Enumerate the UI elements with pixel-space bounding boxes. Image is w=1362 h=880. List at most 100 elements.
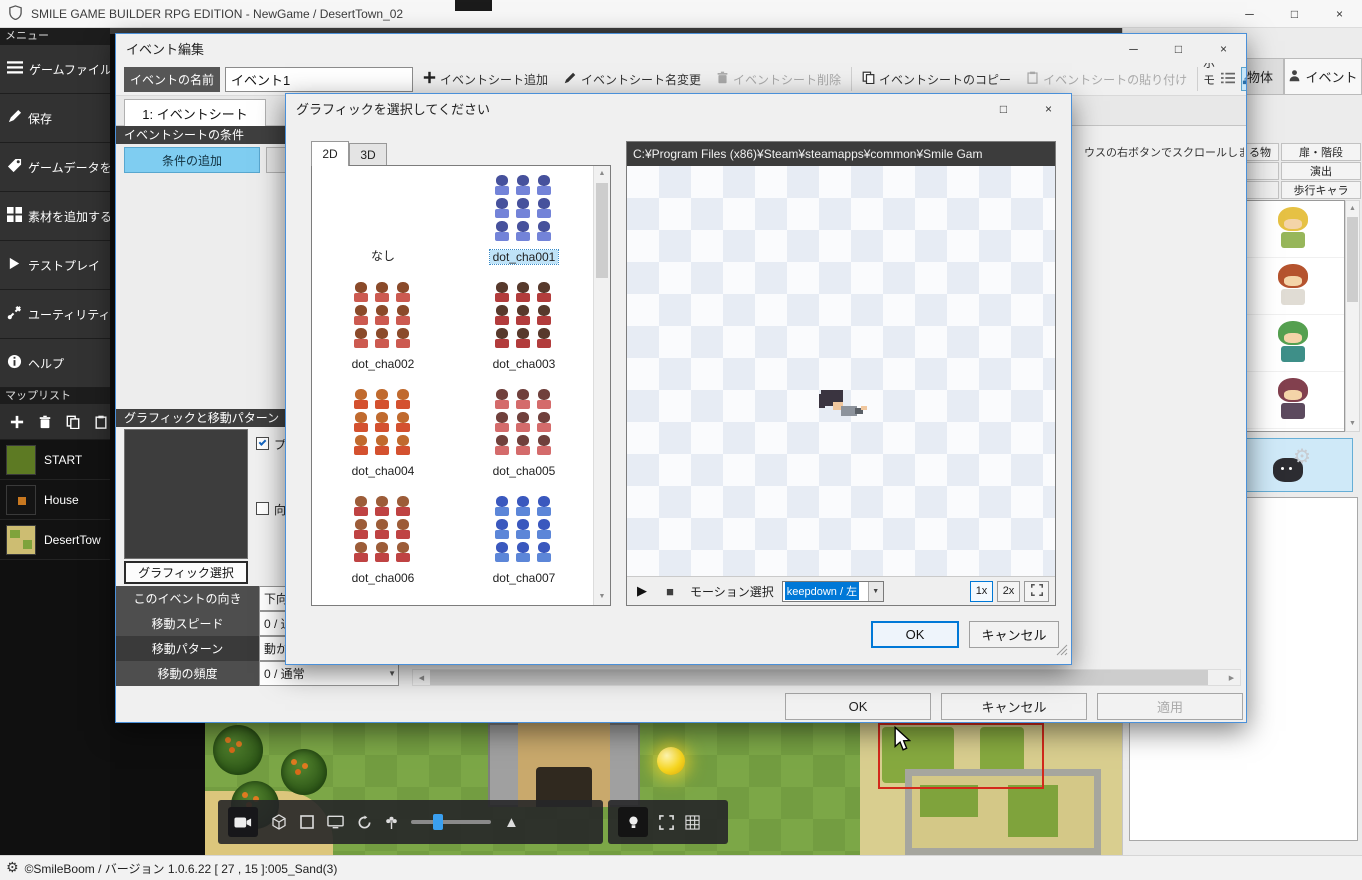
event-cancel-button[interactable]: キャンセル xyxy=(941,693,1087,720)
app-titlebar: SMILE GAME BUILDER RPG EDITION - NewGame… xyxy=(0,0,1362,28)
map-item-house[interactable]: House xyxy=(0,480,110,520)
preview-checkbox[interactable] xyxy=(256,437,269,450)
add-condition-button[interactable]: 条件の追加 xyxy=(124,147,260,173)
sidebar-item-test-play[interactable]: テストプレイ xyxy=(0,241,110,290)
motion-dropdown[interactable]: keepdown / 左 ▼ xyxy=(782,581,884,602)
sidebar-item-add-assets[interactable]: 素材を追加する xyxy=(0,192,110,241)
maplist-add-button[interactable] xyxy=(8,412,26,432)
graphic-ok-button[interactable]: OK xyxy=(871,621,959,648)
list-item-character-4[interactable] xyxy=(1242,372,1344,429)
graphic-item-dot-cha007[interactable]: dot_cha007 xyxy=(454,487,594,594)
scroll-right-icon[interactable]: ▶ xyxy=(1223,670,1240,685)
list-mode-button[interactable] xyxy=(1220,67,1236,91)
list-item-character-2[interactable] xyxy=(1242,258,1344,315)
copy-icon xyxy=(862,71,875,87)
zoom-2x-button[interactable]: 2x xyxy=(997,581,1020,602)
event-dialog-maximize-button[interactable]: □ xyxy=(1156,34,1201,63)
event-ok-button[interactable]: OK xyxy=(785,693,931,720)
graphic-item-dot-cha001[interactable]: dot_cha001 xyxy=(454,166,594,273)
category-walking-chars[interactable]: 歩行キャラ xyxy=(1281,181,1361,199)
sidebar-item-game-file[interactable]: ゲームファイル xyxy=(0,45,110,94)
rotate-icon[interactable] xyxy=(357,815,372,830)
stop-button[interactable]: ■ xyxy=(658,580,682,603)
expand-icon[interactable] xyxy=(659,815,674,830)
asset-path-bar: C:¥Program Files (x86)¥Steam¥steamapps¥c… xyxy=(627,142,1055,166)
add-sheet-button[interactable]: イベントシート追加 xyxy=(418,68,553,91)
rename-sheet-button[interactable]: イベントシート名変更 xyxy=(558,68,706,91)
event-dialog-close-button[interactable]: × xyxy=(1201,34,1246,63)
event-apply-button[interactable]: 適用 xyxy=(1097,693,1243,720)
copy-sheet-button[interactable]: イベントシートのコピー xyxy=(857,68,1016,91)
scrollbar-thumb[interactable] xyxy=(1347,217,1358,302)
slider-handle[interactable] xyxy=(433,814,443,830)
graphic-item-dot-cha004[interactable]: dot_cha004 xyxy=(313,380,453,487)
character-list-scrollbar[interactable]: ▲ ▼ xyxy=(1345,200,1360,432)
event-dialog-minimize-button[interactable]: ─ xyxy=(1111,34,1156,63)
event-name-input[interactable] xyxy=(225,67,413,92)
list-item-character-1[interactable] xyxy=(1242,201,1344,258)
tab-2d[interactable]: 2D xyxy=(311,141,349,166)
scroll-up-icon[interactable]: ▲ xyxy=(594,166,610,181)
map-viewport[interactable]: ▲ xyxy=(205,723,1122,855)
sidebar-item-help[interactable]: ヘルプ xyxy=(0,339,110,388)
zoom-1x-button[interactable]: 1x xyxy=(970,581,993,602)
scroll-left-icon[interactable]: ◀ xyxy=(413,670,430,685)
bulb-icon[interactable] xyxy=(618,807,648,837)
maplist-paste-button[interactable] xyxy=(92,412,110,432)
maplist-copy-button[interactable] xyxy=(64,412,82,432)
scroll-up-icon[interactable]: ▲ xyxy=(1346,201,1359,216)
map-item-start[interactable]: START xyxy=(0,440,110,480)
grid-overlay-icon[interactable] xyxy=(685,815,700,830)
cube-icon[interactable] xyxy=(271,814,287,830)
resize-grip[interactable] xyxy=(1056,643,1068,661)
sidebar-item-utility[interactable]: ユーティリティ xyxy=(0,290,110,339)
tab-event[interactable]: イベント xyxy=(1284,58,1362,95)
graphic-item-dot-cha002[interactable]: dot_cha002 xyxy=(313,273,453,380)
scroll-down-icon[interactable]: ▼ xyxy=(594,589,610,604)
sidebar-item-game-data[interactable]: ゲームデータを作 xyxy=(0,143,110,192)
graphic-cancel-button[interactable]: キャンセル xyxy=(969,621,1059,648)
play-icon xyxy=(7,256,22,274)
maplist-header: マップリスト xyxy=(0,388,110,404)
graphic-list-scrollbar[interactable]: ▲ ▼ xyxy=(593,166,610,605)
app-maximize-button[interactable]: □ xyxy=(1272,0,1317,27)
zoom-slider[interactable] xyxy=(411,820,491,824)
fullscreen-button[interactable] xyxy=(1024,581,1049,602)
flow-mode-button[interactable] xyxy=(1241,67,1246,91)
paste-sheet-button[interactable]: イベントシートの貼り付け xyxy=(1021,68,1192,91)
scroll-hint: ウスの右ボタンでスクロールします xyxy=(1084,144,1244,160)
camera-button[interactable] xyxy=(228,807,258,837)
frame-icon[interactable] xyxy=(300,815,314,829)
map-item-deserttown[interactable]: DesertTow xyxy=(0,520,110,560)
sprite-sheet xyxy=(351,495,415,563)
graphic-item-dot-cha003[interactable]: dot_cha003 xyxy=(454,273,594,380)
sidebar-item-save[interactable]: 保存 xyxy=(0,94,110,143)
app-close-button[interactable]: × xyxy=(1317,0,1362,27)
app-minimize-button[interactable]: ─ xyxy=(1227,0,1272,27)
graphic-dialog-maximize-button[interactable]: □ xyxy=(981,94,1026,123)
tab-3d[interactable]: 3D xyxy=(349,143,387,166)
mountain-icon[interactable]: ▲ xyxy=(504,814,519,831)
delete-sheet-button[interactable]: イベントシート削除 xyxy=(711,68,846,91)
graphic-dialog-close-button[interactable]: × xyxy=(1026,94,1071,123)
chevron-down-icon[interactable]: ▼ xyxy=(868,582,883,601)
horizontal-scrollbar[interactable]: ◀ ▶ xyxy=(412,669,1241,686)
graphic-item-none[interactable]: なし xyxy=(313,166,453,273)
category-door-stairs[interactable]: 扉・階段 xyxy=(1281,143,1361,161)
monitor-icon[interactable] xyxy=(327,815,344,829)
graphic-item-dot-cha006[interactable]: dot_cha006 xyxy=(313,487,453,594)
list-item-character-3[interactable] xyxy=(1242,315,1344,372)
play-button[interactable]: ▶ xyxy=(630,580,654,603)
maplist-delete-button[interactable] xyxy=(36,412,54,432)
tab-event-sheet-1[interactable]: 1: イベントシート xyxy=(124,99,266,126)
toolbar-separator xyxy=(851,67,852,91)
category-effects[interactable]: 演出 xyxy=(1281,162,1361,180)
selected-character-cell[interactable]: ⚙ xyxy=(1229,438,1353,492)
flower-icon[interactable] xyxy=(385,815,398,830)
scrollbar-thumb[interactable] xyxy=(596,183,608,278)
select-graphic-button[interactable]: グラフィック選択 xyxy=(124,561,248,584)
scroll-down-icon[interactable]: ▼ xyxy=(1346,416,1359,431)
graphic-item-dot-cha005[interactable]: dot_cha005 xyxy=(454,380,594,487)
scrollbar-thumb[interactable] xyxy=(430,670,1208,685)
direction-checkbox[interactable] xyxy=(256,502,269,515)
